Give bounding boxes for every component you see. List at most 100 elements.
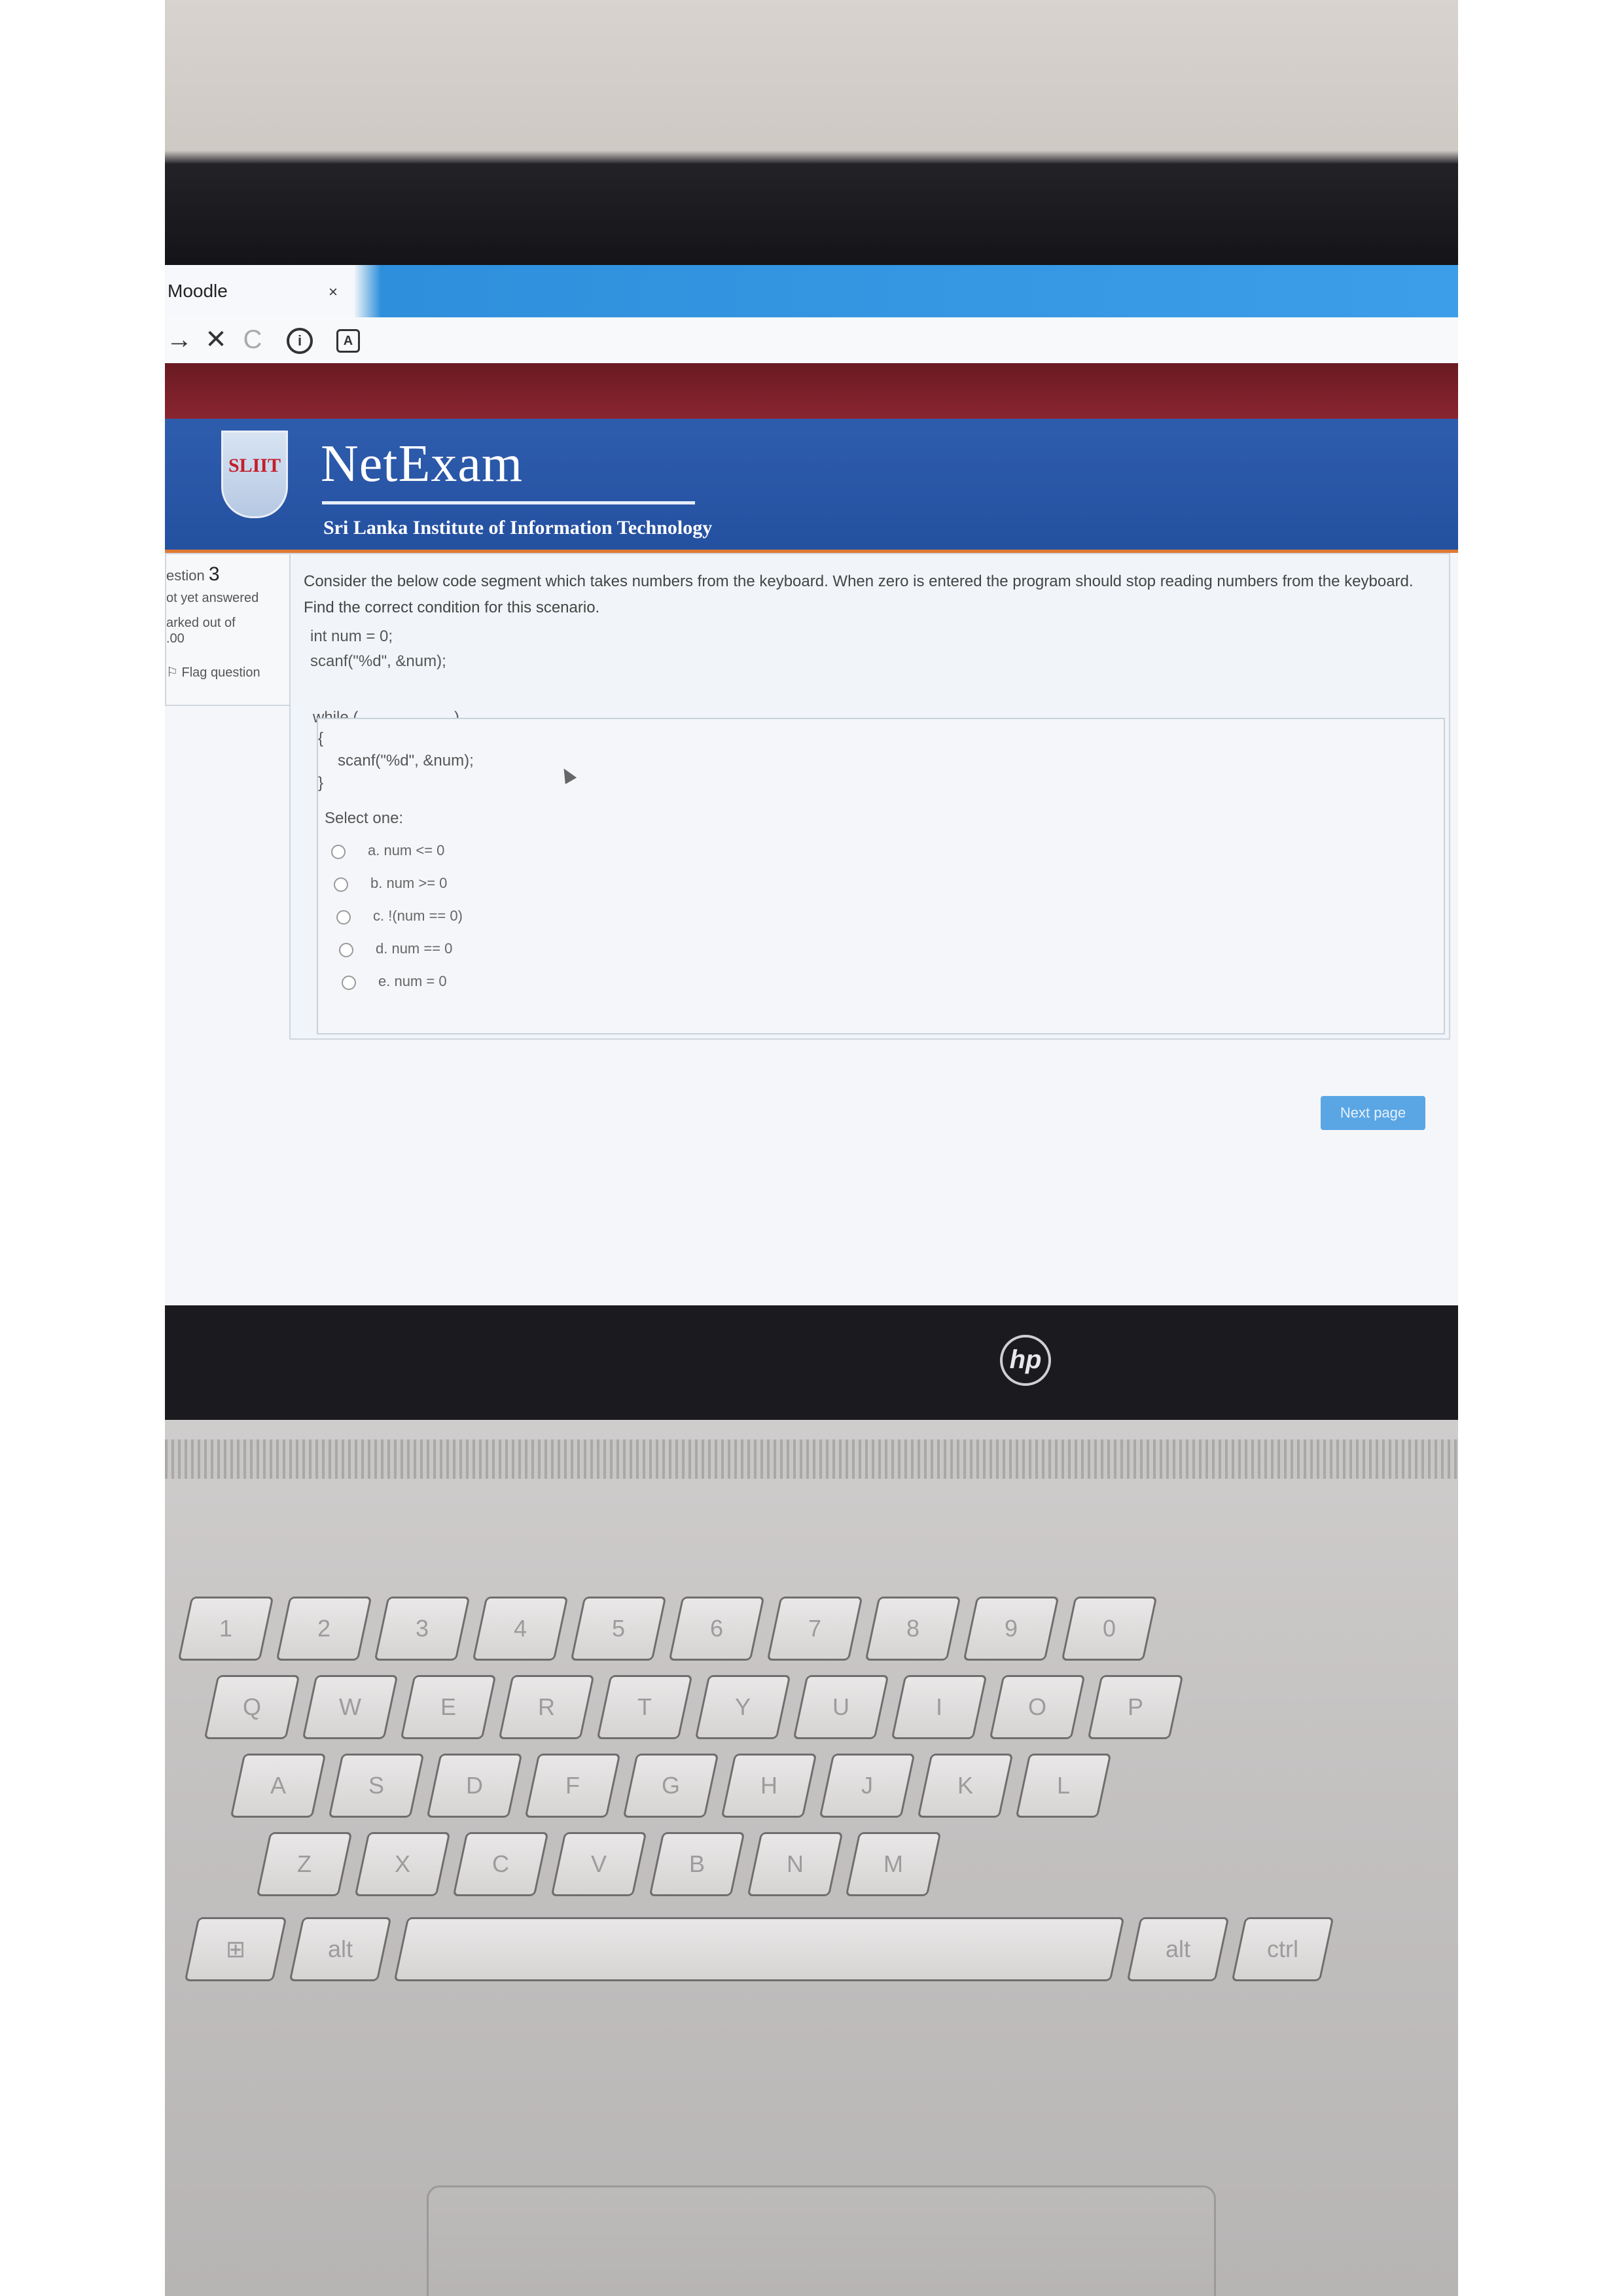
key-label: J (861, 1772, 873, 1799)
key[interactable]: N (747, 1832, 844, 1896)
key[interactable]: B (649, 1832, 745, 1896)
key[interactable]: X (354, 1832, 451, 1896)
key-label: alt (327, 1935, 353, 1962)
key-label: K (957, 1772, 973, 1799)
browser-tab[interactable]: Moodle × (165, 265, 355, 317)
flag-question-link[interactable]: ⚐ Flag question (166, 664, 260, 680)
key[interactable]: R (498, 1675, 595, 1739)
key[interactable]: V (550, 1832, 647, 1896)
laptop-screen: Moodle × → ✕ C i A SLIIT NetExam Sri Lan… (165, 265, 1458, 1305)
ctrl-key[interactable]: ctrl (1231, 1917, 1334, 1981)
key-label: 6 (709, 1615, 724, 1642)
key[interactable]: P (1087, 1675, 1184, 1739)
code-line: scanf("%d", &num); (338, 752, 474, 769)
code-line: { (318, 730, 324, 747)
key[interactable]: Q (204, 1675, 300, 1739)
option-label: c. !(num == 0) (373, 908, 463, 924)
sliit-logo: SLIIT (221, 431, 288, 518)
key-label: 3 (415, 1615, 429, 1642)
document-icon[interactable]: A (336, 329, 360, 353)
key-label: 4 (513, 1615, 527, 1642)
key[interactable]: 9 (963, 1597, 1060, 1661)
key[interactable]: K (917, 1754, 1014, 1818)
reload-icon[interactable]: C (238, 325, 267, 354)
spacebar[interactable] (393, 1917, 1125, 1981)
key[interactable]: C (452, 1832, 549, 1896)
key[interactable]: D (426, 1754, 523, 1818)
key[interactable]: 6 (668, 1597, 765, 1661)
key-label: alt (1165, 1935, 1191, 1962)
key-label: W (339, 1693, 361, 1720)
info-icon[interactable]: i (287, 328, 313, 354)
radio-button[interactable] (334, 877, 348, 892)
key[interactable]: A (230, 1754, 327, 1818)
key[interactable]: Y (694, 1675, 791, 1739)
windows-icon: ⊞ (225, 1935, 246, 1962)
close-icon[interactable]: × (329, 283, 338, 302)
key[interactable]: I (891, 1675, 988, 1739)
key-label: C (492, 1850, 509, 1877)
alt-key[interactable]: alt (289, 1917, 392, 1981)
key-label: 8 (906, 1615, 920, 1642)
key-label: 2 (317, 1615, 331, 1642)
key[interactable]: 2 (276, 1597, 372, 1661)
key-label: 7 (808, 1615, 822, 1642)
question-label-text: estion (166, 567, 205, 584)
key-label: T (637, 1693, 652, 1720)
key[interactable]: O (989, 1675, 1086, 1739)
key[interactable]: S (328, 1754, 425, 1818)
key-label: G (661, 1772, 680, 1799)
key[interactable]: 5 (570, 1597, 667, 1661)
key-label: I (935, 1693, 942, 1720)
key[interactable]: 7 (766, 1597, 863, 1661)
alt-key[interactable]: alt (1126, 1917, 1230, 1981)
radio-button[interactable] (342, 976, 356, 990)
option-label: d. num == 0 (376, 940, 453, 957)
key[interactable]: 0 (1061, 1597, 1158, 1661)
brand-underline (322, 501, 695, 504)
option-label: e. num = 0 (378, 973, 447, 989)
code-line: } (318, 774, 324, 792)
radio-button[interactable] (331, 845, 346, 859)
select-one-label: Select one: (325, 809, 404, 827)
tab-title: Moodle (168, 281, 228, 301)
trackpad[interactable] (427, 2185, 1216, 2296)
key[interactable]: U (793, 1675, 889, 1739)
key[interactable]: E (400, 1675, 497, 1739)
key-label: 0 (1102, 1615, 1116, 1642)
key-label: B (688, 1850, 705, 1877)
site-header: SLIIT NetExam Sri Lanka Institute of Inf… (165, 419, 1458, 553)
radio-button[interactable] (339, 943, 353, 957)
question-label: estion 3 (166, 563, 220, 586)
key-label: 9 (1004, 1615, 1018, 1642)
key[interactable]: J (819, 1754, 916, 1818)
key[interactable]: Z (256, 1832, 353, 1896)
key[interactable]: 3 (374, 1597, 471, 1661)
key-label: U (832, 1693, 849, 1720)
key-label: L (1056, 1772, 1071, 1799)
key[interactable]: M (845, 1832, 942, 1896)
key-label: S (368, 1772, 384, 1799)
windows-key[interactable]: ⊞ (184, 1917, 287, 1981)
key[interactable]: L (1015, 1754, 1112, 1818)
key[interactable]: W (302, 1675, 399, 1739)
key-label: 1 (219, 1615, 233, 1642)
key[interactable]: 1 (177, 1597, 274, 1661)
radio-button[interactable] (336, 910, 351, 925)
forward-icon[interactable]: → (165, 325, 194, 354)
key[interactable]: 8 (865, 1597, 961, 1661)
laptop-photo: Moodle × → ✕ C i A SLIIT NetExam Sri Lan… (165, 0, 1458, 2296)
key-label: R (538, 1693, 555, 1720)
key[interactable]: G (622, 1754, 719, 1818)
key[interactable]: 4 (472, 1597, 569, 1661)
key[interactable]: F (524, 1754, 621, 1818)
key-label: O (1027, 1693, 1046, 1720)
question-text: Consider the below code segment which ta… (304, 573, 1414, 616)
next-page-button[interactable]: Next page (1321, 1096, 1425, 1130)
screen-bezel (165, 164, 1458, 406)
stop-icon[interactable]: ✕ (202, 325, 230, 354)
key-label: E (440, 1693, 456, 1720)
key[interactable]: H (721, 1754, 817, 1818)
question-marks-label: arked out of (166, 616, 236, 630)
key[interactable]: T (596, 1675, 693, 1739)
